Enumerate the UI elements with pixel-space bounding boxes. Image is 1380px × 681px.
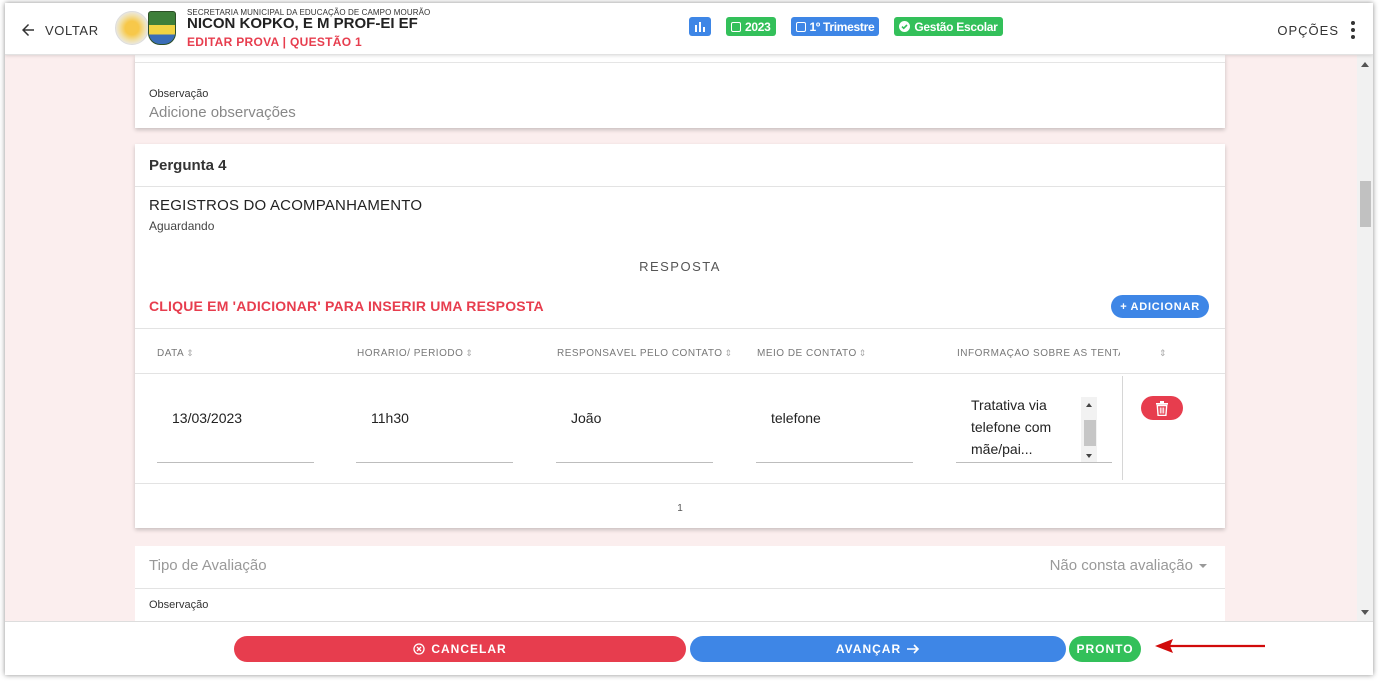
page-scrollbar[interactable] xyxy=(1357,55,1373,621)
textarea-scrollbar[interactable] xyxy=(1081,397,1097,463)
date-input[interactable]: 13/03/2023 xyxy=(172,410,242,426)
info-text: Tratativa via telefone com mãe/pai... xyxy=(971,397,1052,457)
sort-icon: ⇕ xyxy=(724,348,733,358)
options-menu-button[interactable]: OPÇÕES xyxy=(1277,21,1355,39)
observation-label: Observação xyxy=(149,88,209,100)
sort-icon: ⇕ xyxy=(858,348,867,358)
app-window: VOLTAR SECRETARIA MUNICIPAL DA EDUCAÇÃO … xyxy=(5,3,1373,675)
calendar-icon xyxy=(731,21,741,32)
next-button[interactable]: AVANÇAR xyxy=(690,636,1066,662)
arrow-right-icon xyxy=(907,644,920,654)
evaluation-value: Não consta avaliação xyxy=(1050,557,1207,574)
check-circle-icon xyxy=(899,21,911,32)
add-label: ADICIONAR xyxy=(1130,300,1200,313)
column-header-contact[interactable]: MEIO DE CONTATO ⇕ xyxy=(757,348,927,359)
plus-icon: + xyxy=(1120,300,1128,313)
scroll-thumb[interactable] xyxy=(1084,420,1096,446)
cancel-button[interactable]: CANCELAR xyxy=(234,636,686,662)
column-header-date[interactable]: DATA ⇕ xyxy=(157,348,327,359)
contact-input[interactable]: telefone xyxy=(771,410,821,426)
record-status: Aguardando xyxy=(149,219,215,233)
page-subtitle: EDITAR PROVA | QUESTÃO 1 xyxy=(187,35,363,49)
column-header-actions[interactable]: ⇕ xyxy=(1157,348,1177,359)
question-card: Pergunta 4 REGISTROS DO ACOMPANHAMENTO A… xyxy=(135,144,1225,528)
evaluation-label: Tipo de Avaliação xyxy=(149,557,267,574)
column-divider xyxy=(1122,376,1123,480)
input-underline xyxy=(356,462,513,463)
input-underline xyxy=(157,462,314,463)
sort-icon: ⇕ xyxy=(1159,348,1168,358)
divider xyxy=(135,328,1225,329)
add-button[interactable]: + ADICIONAR xyxy=(1111,295,1209,318)
input-underline xyxy=(756,462,913,463)
top-bar: VOLTAR SECRETARIA MUNICIPAL DA EDUCAÇÃO … xyxy=(5,3,1373,55)
response-heading: RESPOSTA xyxy=(639,259,721,274)
evaluation-selected: Não consta avaliação xyxy=(1049,557,1193,574)
chart-icon xyxy=(695,22,705,32)
column-label: MEIO DE CONTATO xyxy=(757,348,857,359)
input-underline xyxy=(956,462,1112,463)
options-label: OPÇÕES xyxy=(1277,22,1339,38)
divider xyxy=(135,186,1225,187)
back-label: VOLTAR xyxy=(45,22,99,38)
observation-card-bottom: Observação xyxy=(135,588,1225,621)
column-header-responsible[interactable]: RESPONSÁVEL PELO CONTATO ⇕ xyxy=(557,348,737,359)
column-label: DATA xyxy=(157,348,185,359)
column-label: INFORMAÇÃO SOBRE AS TENTATIVAS xyxy=(957,348,1120,359)
sort-icon: ⇕ xyxy=(186,348,195,358)
next-label: AVANÇAR xyxy=(835,642,902,656)
school-name: NICON KOPKO, E M PROF-EI EF xyxy=(187,15,418,32)
column-header-time[interactable]: HORÁRIO/ PERÍODO ⇕ xyxy=(357,348,527,359)
year-label: 2023 xyxy=(745,19,771,34)
scroll-down-icon[interactable] xyxy=(1361,610,1369,615)
arrow-left-icon xyxy=(22,24,34,36)
system-label: Gestão Escolar xyxy=(914,19,998,34)
question-title: Pergunta 4 xyxy=(149,157,227,174)
observation-input[interactable]: Adicione observações xyxy=(149,104,296,121)
year-badge[interactable]: 2023 xyxy=(726,17,776,36)
divider xyxy=(135,373,1225,374)
chart-badge[interactable] xyxy=(689,17,711,36)
scroll-up-icon[interactable] xyxy=(1361,62,1369,67)
column-label: HORÁRIO/ PERÍODO xyxy=(357,348,464,359)
delete-button[interactable] xyxy=(1141,396,1183,420)
sun-logo-icon xyxy=(115,11,149,45)
scroll-down-icon[interactable] xyxy=(1086,454,1092,458)
annotation-arrow-icon xyxy=(1155,639,1265,653)
record-title: REGISTROS DO ACOMPANHAMENTO xyxy=(149,197,423,214)
time-input[interactable]: 11h30 xyxy=(371,410,409,426)
chevron-down-icon xyxy=(1199,563,1207,568)
done-button[interactable]: PRONTO xyxy=(1069,636,1141,662)
done-label: PRONTO xyxy=(1076,642,1134,656)
column-header-info[interactable]: INFORMAÇÃO SOBRE AS TENTATIVAS xyxy=(957,348,1120,359)
more-vertical-icon xyxy=(1351,21,1355,39)
divider xyxy=(135,62,1225,63)
cancel-label: CANCELAR xyxy=(431,642,507,656)
page-number[interactable]: 1 xyxy=(135,503,1225,514)
instruction-text: CLIQUE EM 'ADICIONAR' PARA INSERIR UMA R… xyxy=(149,298,544,314)
term-label: 1º Trimestre xyxy=(809,19,875,34)
back-button[interactable]: VOLTAR xyxy=(19,21,99,39)
input-underline xyxy=(556,462,713,463)
calendar-icon xyxy=(795,21,806,32)
column-label: RESPONSÁVEL PELO CONTATO xyxy=(557,348,723,359)
trash-icon xyxy=(1156,400,1168,416)
scroll-thumb[interactable] xyxy=(1360,181,1371,227)
evaluation-type-select[interactable]: Tipo de Avaliação Não consta avaliação xyxy=(135,546,1225,588)
context-badges: 2023 1º Trimestre Gestão Escolar xyxy=(689,17,1003,36)
responsible-input[interactable]: João xyxy=(571,410,601,426)
system-badge[interactable]: Gestão Escolar xyxy=(894,17,1003,36)
city-crest-icon xyxy=(148,11,176,45)
scroll-up-icon[interactable] xyxy=(1086,403,1092,407)
close-circle-icon xyxy=(413,643,425,655)
term-badge[interactable]: 1º Trimestre xyxy=(790,17,880,36)
observation-label: Observação xyxy=(149,599,209,611)
sort-icon: ⇕ xyxy=(465,348,474,358)
observation-card: Observação Adicione observações xyxy=(135,55,1225,128)
divider xyxy=(135,483,1225,484)
